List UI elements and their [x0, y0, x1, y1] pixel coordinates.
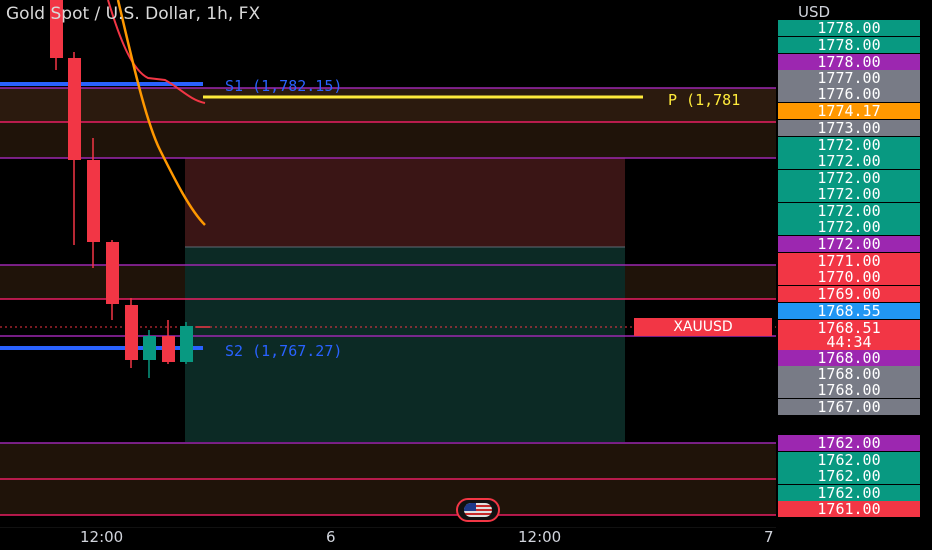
price-label: 1772.00: [778, 219, 920, 235]
candle: [143, 336, 156, 360]
symbol-title[interactable]: Gold Spot / U.S. Dollar, 1h, FX: [6, 4, 260, 24]
candle: [106, 242, 119, 304]
time-label: 7: [764, 528, 774, 546]
price-label: 1772.00: [778, 236, 920, 252]
price-label: 1771.00: [778, 253, 920, 269]
candle: [87, 160, 100, 242]
price-label: 1772.00: [778, 153, 920, 169]
price-label: 1762.00: [778, 435, 920, 451]
candle: [125, 305, 138, 360]
price-label: 1772.00: [778, 203, 920, 219]
price-label: 1768.00: [778, 366, 920, 382]
price-label: 1762.00: [778, 468, 920, 484]
price-label: 1769.00: [778, 286, 920, 302]
price-label: 1761.00: [778, 501, 920, 517]
price-label: 1770.00: [778, 269, 920, 285]
price-label: 1762.00: [778, 452, 920, 468]
s1-label: S1 (1,782.15): [225, 77, 343, 95]
tradingview-chart-window: Gold Spot / U.S. Dollar, 1h, FX S1 (1,78…: [0, 0, 932, 550]
candle: [180, 326, 193, 362]
price-label: 1767.00: [778, 399, 920, 415]
s2-label: S2 (1,767.27): [225, 342, 343, 360]
price-label: 1768.55: [778, 303, 920, 319]
candle: [162, 336, 175, 362]
us-flag-icon[interactable]: [456, 498, 500, 522]
time-label: 12:00: [80, 528, 124, 546]
resistance-zone: [0, 88, 776, 122]
price-label: 1778.00: [778, 37, 920, 53]
price-label: 1772.00: [778, 186, 920, 202]
bar-countdown: 44:34: [778, 334, 920, 350]
candle: [68, 58, 81, 160]
price-label: 1768.00: [778, 350, 920, 366]
stop-loss-box[interactable]: [185, 158, 625, 247]
price-label: 1772.00: [778, 170, 920, 186]
price-label: 1776.00: [778, 86, 920, 102]
price-label: 1772.00: [778, 137, 920, 153]
time-label: 6: [326, 528, 336, 546]
symbol-price-tag: XAUUSD: [634, 318, 772, 336]
price-label: 1773.00: [778, 120, 920, 136]
time-label: 12:00: [518, 528, 562, 546]
price-label: 1768.00: [778, 382, 920, 398]
price-label: 1774.17: [778, 103, 920, 119]
price-label: 1762.00: [778, 485, 920, 501]
resistance-zone-lower: [0, 122, 776, 158]
price-label: 1778.00: [778, 20, 920, 36]
price-label: 1778.00: [778, 54, 920, 70]
p-label: P (1,781: [668, 91, 741, 109]
price-label: 1777.00: [778, 70, 920, 86]
price-chart[interactable]: [0, 0, 776, 528]
